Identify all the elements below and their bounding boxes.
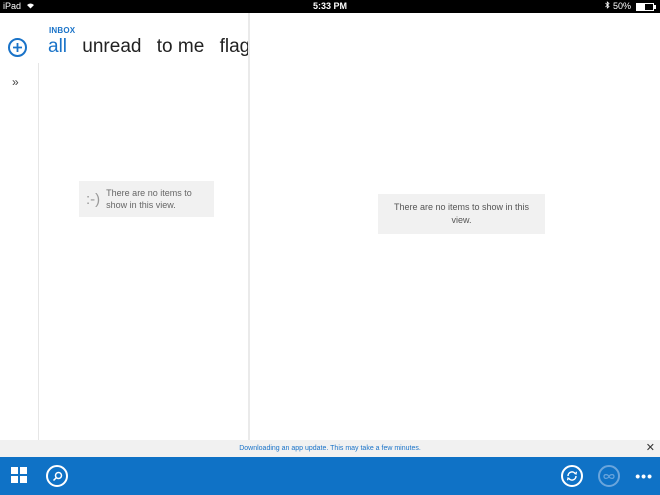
four-squares-icon[interactable] — [11, 467, 27, 483]
sync-button[interactable] — [561, 465, 583, 487]
status-bar: iPad 5:33 PM 50% — [0, 0, 660, 13]
tab-all[interactable]: all — [48, 36, 67, 57]
pivot-tabs: all unread to me flagged — [48, 36, 248, 60]
message-list-pane[interactable] — [38, 63, 249, 440]
expand-folders-button[interactable]: » — [12, 75, 19, 89]
tab-flagged[interactable]: flagged — [220, 36, 248, 57]
app-bar: ••• — [0, 457, 660, 495]
infinity-icon — [603, 473, 615, 479]
offline-button[interactable] — [598, 465, 620, 487]
empty-list-text: There are no items to show in this view. — [106, 188, 192, 210]
left-rail: » — [0, 13, 38, 440]
more-options-button[interactable]: ••• — [635, 468, 653, 484]
tab-unread[interactable]: unread — [82, 36, 141, 57]
status-right: 50% — [605, 0, 656, 13]
tab-to-me[interactable]: to me — [157, 36, 205, 57]
update-notification-bar: Downloading an app update. This may take… — [0, 440, 660, 457]
search-icon — [52, 471, 62, 481]
bluetooth-icon — [605, 0, 610, 13]
close-icon[interactable]: ✕ — [646, 440, 655, 457]
smiley-emoticon: :-) — [86, 190, 101, 208]
folder-title: INBOX — [49, 26, 76, 35]
status-time: 5:33 PM — [312, 1, 347, 11]
battery-percent: 50% — [612, 1, 631, 11]
empty-list-message: :-) There are no items to show in this v… — [79, 181, 214, 217]
update-notification-text: Downloading an app update. This may take… — [239, 445, 421, 452]
compose-button[interactable] — [8, 38, 27, 57]
sync-icon — [566, 471, 578, 481]
empty-reading-message: There are no items to show in this view. — [378, 194, 545, 234]
battery-icon — [636, 2, 656, 11]
plus-circle-icon — [13, 43, 22, 52]
double-chevron-right-icon: » — [12, 75, 19, 89]
search-button[interactable] — [46, 465, 68, 487]
empty-reading-text: There are no items to show in this view. — [393, 202, 530, 225]
battery-level — [637, 3, 645, 10]
pane-divider[interactable] — [248, 13, 250, 440]
